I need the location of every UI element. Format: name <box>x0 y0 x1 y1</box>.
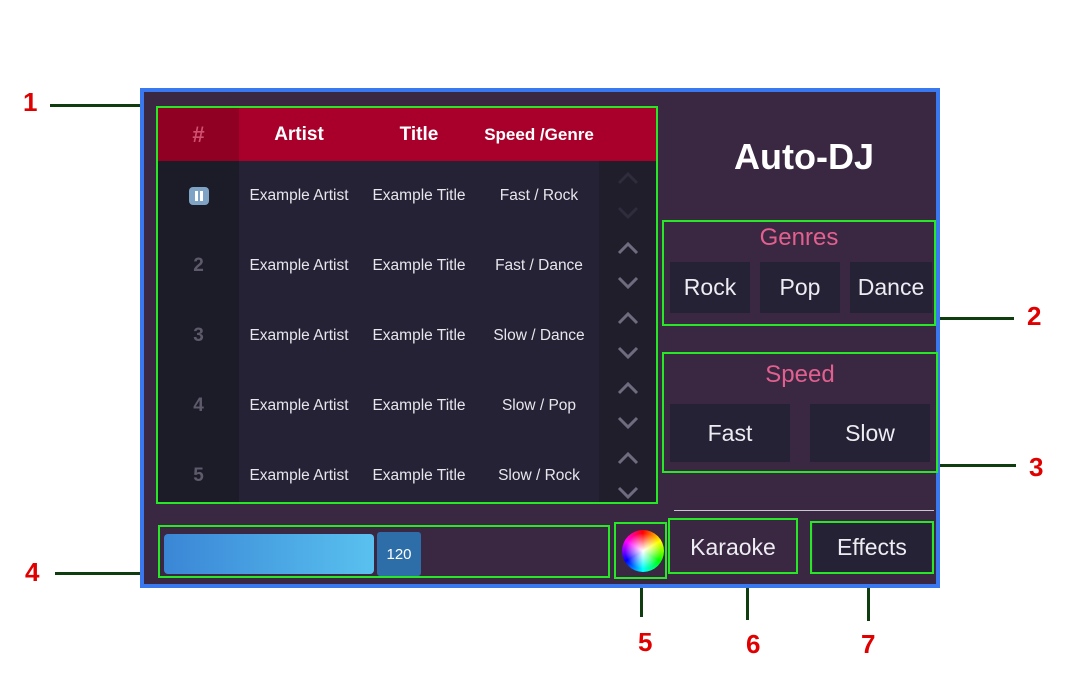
callout-6: 6 <box>746 629 761 659</box>
highlight-karaoke <box>668 518 798 574</box>
callout-5: 5 <box>638 627 653 657</box>
highlight-effects <box>810 521 934 574</box>
page-title: Auto-DJ <box>734 136 874 177</box>
callout-3: 3 <box>1029 452 1044 482</box>
highlight-color-wheel <box>614 522 667 579</box>
auto-dj-panel: # Artist Title Speed / Genre Example Arti… <box>140 88 940 588</box>
leader-line-1 <box>50 104 154 107</box>
highlight-speed <box>662 352 938 473</box>
divider <box>674 510 934 511</box>
highlight-genres <box>662 220 936 326</box>
leader-line-3 <box>936 464 1016 467</box>
callout-4: 4 <box>25 557 40 587</box>
callout-7: 7 <box>861 629 876 659</box>
highlight-playlist <box>156 106 658 504</box>
highlight-tempo-slider <box>158 525 610 578</box>
callout-1: 1 <box>23 87 38 117</box>
leader-line-2 <box>934 317 1014 320</box>
callout-2: 2 <box>1027 301 1042 331</box>
